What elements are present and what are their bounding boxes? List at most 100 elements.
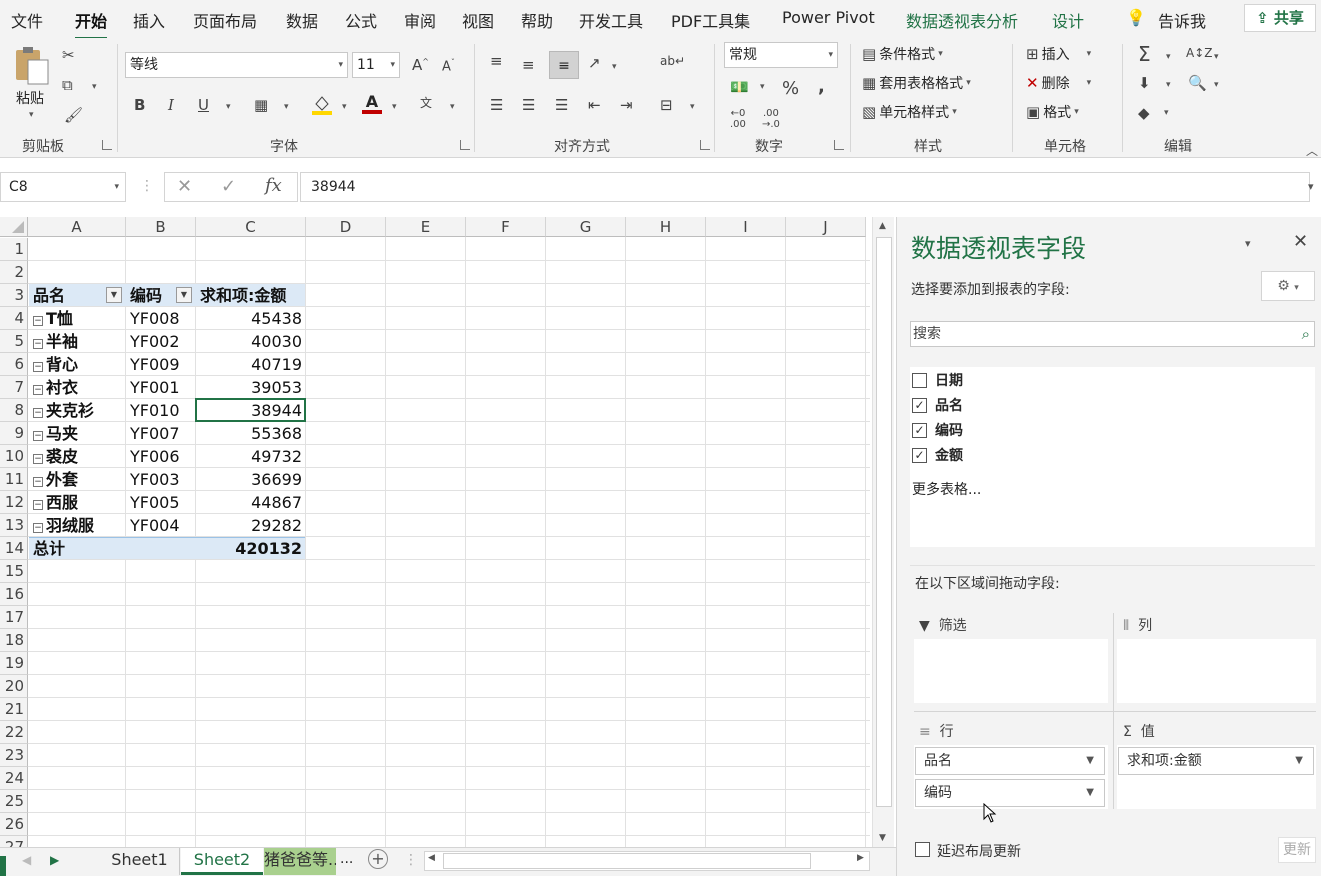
underline-button[interactable]: U <box>198 96 209 114</box>
row-header[interactable]: 11 <box>0 468 28 491</box>
row-header[interactable]: 26 <box>0 813 28 836</box>
prev-sheet-icon[interactable]: ◀ <box>22 853 31 867</box>
share-button[interactable]: ⇪ 共享 <box>1244 4 1316 32</box>
search-field[interactable]: 搜索 ⌕ <box>910 321 1315 347</box>
find-select-icon[interactable]: 🔍 <box>1188 74 1207 92</box>
clear-icon[interactable]: ◆ <box>1138 104 1150 122</box>
align-top-icon[interactable]: ≡ <box>490 52 503 70</box>
collapse-icon[interactable]: − <box>33 316 43 326</box>
row-header[interactable]: 20 <box>0 675 28 698</box>
font-launcher-icon[interactable] <box>460 140 470 150</box>
fill-dropdown-icon[interactable]: ▾ <box>1166 80 1171 90</box>
row-header[interactable]: 13 <box>0 514 28 537</box>
filter-dropdown-icon[interactable]: ▼ <box>176 287 192 303</box>
delete-cells-button[interactable]: ✕ 删除 ▾ <box>1026 73 1091 93</box>
menu-design[interactable]: 设计 <box>1052 8 1084 32</box>
pivot-row-label[interactable]: − T恤 <box>29 307 126 330</box>
field-checkbox[interactable]: ✓ <box>912 397 927 413</box>
fill-color-icon[interactable] <box>312 94 332 116</box>
horizontal-scrollbar[interactable]: ◀ ▶ <box>424 851 870 871</box>
orientation-icon[interactable]: ↗ <box>588 54 601 72</box>
number-launcher-icon[interactable] <box>834 140 844 150</box>
pivot-row-code[interactable]: YF007 <box>126 422 196 445</box>
collapse-icon[interactable]: − <box>33 454 43 464</box>
copy-icon[interactable]: ⧉ <box>62 76 73 94</box>
collapse-icon[interactable]: − <box>33 431 43 441</box>
bold-button[interactable]: B <box>134 96 145 114</box>
clear-dropdown-icon[interactable]: ▾ <box>1164 108 1169 118</box>
pivot-row-code[interactable]: YF005 <box>126 491 196 514</box>
align-right-icon[interactable]: ☰ <box>555 96 568 114</box>
italic-button[interactable]: I <box>168 96 174 114</box>
tab-sheet1[interactable]: Sheet1 <box>100 848 180 875</box>
row-header[interactable]: 21 <box>0 698 28 721</box>
pivot-row-amount[interactable]: 36699 <box>196 468 306 491</box>
menu-pdf-tools[interactable]: PDF工具集 <box>671 8 750 32</box>
insert-function-button[interactable]: fx <box>265 175 282 196</box>
field-item[interactable]: 日期 <box>912 370 963 390</box>
decrease-indent-icon[interactable]: ⇤ <box>588 96 601 114</box>
pivot-row-label[interactable]: − 马夹 <box>29 422 126 445</box>
scroll-left-icon[interactable]: ◀ <box>428 853 435 863</box>
format-painter-icon[interactable]: 🖌 <box>64 106 83 124</box>
pivot-row-code[interactable]: YF001 <box>126 376 196 399</box>
pivot-row-code[interactable]: YF010 <box>126 399 196 422</box>
column-header[interactable]: A <box>28 217 126 237</box>
cell-styles-button[interactable]: ▧ 单元格样式 ▾ <box>862 102 957 122</box>
pivot-row-code[interactable]: YF002 <box>126 330 196 353</box>
row-header[interactable]: 15 <box>0 560 28 583</box>
font-color-dropdown-icon[interactable]: ▾ <box>392 102 397 112</box>
pivot-row-amount[interactable]: 39053 <box>196 376 306 399</box>
vertical-scroll-thumb[interactable] <box>876 237 892 807</box>
row-header[interactable]: 6 <box>0 353 28 376</box>
phonetic-dropdown-icon[interactable]: ▾ <box>450 102 455 112</box>
orientation-dropdown-icon[interactable]: ▾ <box>612 62 617 72</box>
pivot-row-label[interactable]: − 背心 <box>29 353 126 376</box>
field-checkbox[interactable] <box>912 372 927 388</box>
row-header[interactable]: 2 <box>0 261 28 284</box>
menu-help[interactable]: 帮助 <box>521 8 553 32</box>
worksheet-grid[interactable]: ABCDEFGHIJ 1 2 3 4 5 6 7 8 9 10 11 12 13 14 15 16 17 18 19… <box>0 217 870 847</box>
comma-button[interactable]: , <box>818 76 825 97</box>
pivot-row-code[interactable]: YF009 <box>126 353 196 376</box>
more-sheets-button[interactable]: ... <box>340 851 353 867</box>
column-header[interactable]: J <box>786 217 866 237</box>
paste-dropdown-icon[interactable]: ▾ <box>29 110 34 120</box>
row-header[interactable]: 14 <box>0 537 28 560</box>
pivot-row-code[interactable]: YF008 <box>126 307 196 330</box>
insert-cells-button[interactable]: ⊞ 插入 ▾ <box>1026 44 1091 64</box>
row-header[interactable]: 12 <box>0 491 28 514</box>
find-dropdown-icon[interactable]: ▾ <box>1214 80 1219 90</box>
paste-button[interactable]: 粘贴 <box>16 88 44 108</box>
autosum-dropdown-icon[interactable]: ▾ <box>1166 52 1171 62</box>
shrink-font-icon[interactable]: Aˇ <box>442 58 455 74</box>
select-all-corner[interactable] <box>0 217 28 237</box>
menu-review[interactable]: 审阅 <box>404 8 436 32</box>
pivot-row-amount[interactable]: 45438 <box>196 307 306 330</box>
next-sheet-icon[interactable]: ▶ <box>50 853 59 867</box>
filter-area[interactable] <box>914 639 1108 703</box>
row-field-bianma[interactable]: 编码 ▼ <box>915 779 1105 807</box>
column-header[interactable]: G <box>546 217 626 237</box>
align-left-icon[interactable]: ☰ <box>490 96 503 114</box>
field-item[interactable]: ✓ 编码 <box>912 420 963 440</box>
align-center-icon[interactable]: ☰ <box>522 96 535 114</box>
collapse-icon[interactable]: − <box>33 500 43 510</box>
collapse-icon[interactable]: − <box>33 408 43 418</box>
filter-dropdown-icon[interactable]: ▼ <box>106 287 122 303</box>
decrease-decimal-icon[interactable]: .00 →.0 <box>762 108 780 130</box>
menu-pivot-analyze[interactable]: 数据透视表分析 <box>906 8 1018 32</box>
pivot-row-code[interactable]: YF004 <box>126 514 196 537</box>
column-header[interactable]: E <box>386 217 466 237</box>
menu-developer[interactable]: 开发工具 <box>579 8 643 32</box>
align-bottom-icon[interactable]: ≡ <box>549 51 579 79</box>
borders-dropdown-icon[interactable]: ▾ <box>284 102 289 112</box>
pivot-row-amount[interactable]: 44867 <box>196 491 306 514</box>
menu-view[interactable]: 视图 <box>462 8 494 32</box>
collapse-icon[interactable]: − <box>33 477 43 487</box>
copy-dropdown-icon[interactable]: ▾ <box>92 82 97 92</box>
row-header[interactable]: 18 <box>0 629 28 652</box>
field-checkbox[interactable]: ✓ <box>912 422 927 438</box>
close-icon[interactable]: ✕ <box>1293 231 1308 252</box>
autosum-icon[interactable]: Σ <box>1138 42 1151 66</box>
